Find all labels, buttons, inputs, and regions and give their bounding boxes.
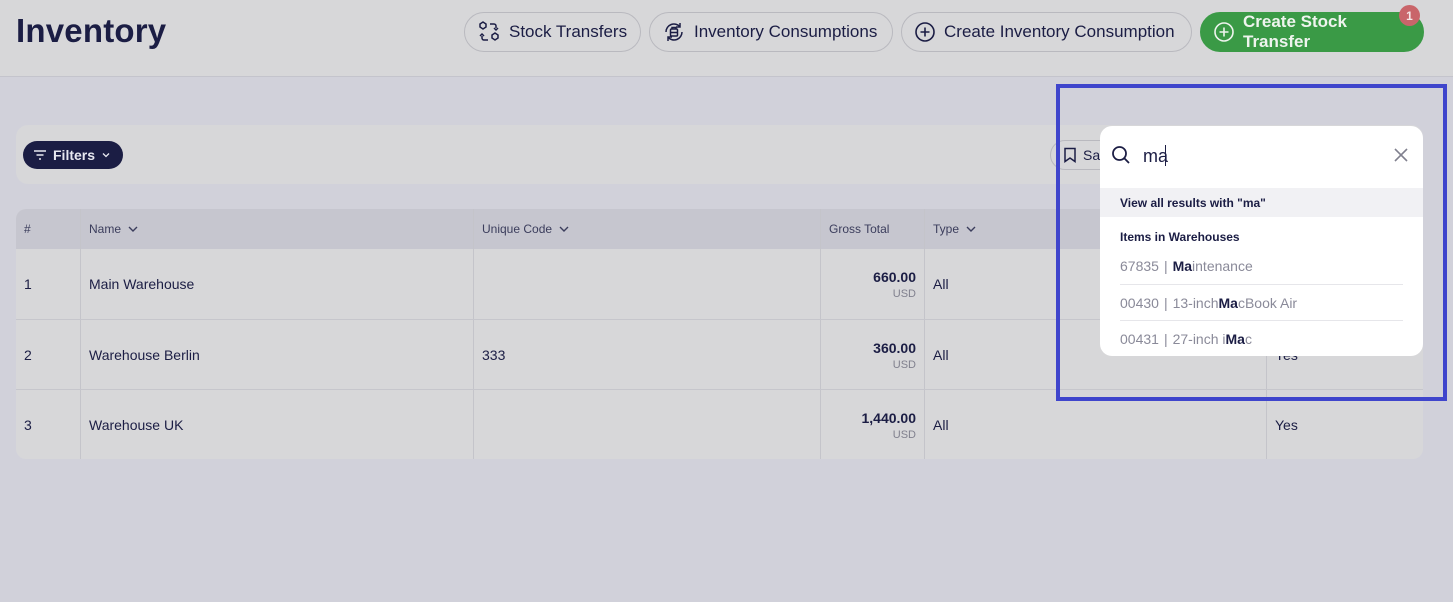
bookmark-icon — [1064, 147, 1076, 163]
chevron-down-icon — [966, 226, 976, 232]
result-text-pre: 27-inch i — [1172, 330, 1226, 347]
result-match: Ma — [1218, 294, 1238, 311]
stock-transfers-label: Stock Transfers — [509, 22, 628, 41]
page-header: Inventory Stock Transfers Inventory Cons… — [0, 0, 1453, 77]
cell-unique-code: 333 — [482, 347, 506, 363]
create-inventory-consumption-button[interactable]: Create Inventory Consumption — [901, 12, 1192, 52]
result-code: 67835 — [1120, 258, 1159, 274]
inventory-consumptions-label: Inventory Consumptions — [694, 22, 878, 41]
column-label: Gross Total — [829, 222, 890, 236]
result-code: 00430 — [1120, 294, 1159, 311]
separator: | — [1163, 330, 1168, 347]
cell-index: 3 — [24, 417, 32, 433]
amount: 660.00 — [873, 268, 916, 285]
chevron-down-icon — [128, 226, 138, 232]
filters-label: Filters — [53, 147, 96, 163]
separator: | — [1163, 294, 1168, 311]
currency: USD — [892, 287, 916, 300]
column-header-gross-total: Gross Total — [821, 209, 924, 249]
cell-gross-total: 1,440.00 USD — [821, 390, 924, 459]
create-stock-transfer-button[interactable]: Create Stock Transfer 1 — [1200, 5, 1424, 52]
search-result-item[interactable]: 67835 | Ma intenance — [1120, 248, 1403, 284]
inventory-consumptions-button[interactable]: Inventory Consumptions — [649, 12, 893, 52]
search-input[interactable] — [1143, 143, 1363, 169]
result-text-post: c — [1244, 330, 1252, 347]
cell-unique-code — [474, 390, 482, 459]
results-group-title: Items in Warehouses — [1120, 230, 1240, 244]
cell-gross-total: 360.00 USD — [821, 320, 924, 390]
column-label: Name — [89, 222, 122, 236]
search-icon — [1112, 146, 1130, 164]
column-label: Type — [933, 222, 960, 236]
result-code: 00431 — [1120, 330, 1159, 347]
result-text-pre: 13-inch — [1172, 294, 1219, 311]
close-icon[interactable] — [1393, 147, 1409, 163]
plus-circle-icon — [915, 22, 935, 42]
notification-badge: 1 — [1399, 5, 1420, 26]
view-all-results-link[interactable]: View all results with "ma" — [1100, 188, 1423, 217]
result-match: Ma — [1225, 330, 1245, 347]
stock-transfers-button[interactable]: Stock Transfers — [464, 12, 641, 52]
chevron-down-icon — [559, 226, 569, 232]
consumption-cycle-icon — [665, 23, 683, 41]
boxes-transfer-icon — [479, 21, 499, 41]
create-stock-transfer-label: Create Stock Transfer — [1243, 12, 1347, 51]
separator: | — [1163, 258, 1168, 274]
search-result-item[interactable]: 00430 | 13-inch Ma cBook Air — [1120, 284, 1403, 320]
amount: 1,440.00 — [861, 409, 917, 426]
cell-type: All — [933, 347, 949, 363]
search-result-item[interactable]: 00431 | 27-inch i Ma c — [1120, 320, 1403, 356]
column-header-name[interactable]: Name — [81, 209, 473, 249]
chevron-down-icon — [102, 153, 110, 158]
cell-unique-code — [474, 249, 482, 319]
table-row[interactable]: 3 Warehouse UK 1,440.00 USD All Yes — [16, 389, 1423, 459]
search-row — [1100, 126, 1423, 188]
cell-name: Warehouse Berlin — [89, 347, 200, 363]
result-text-post: intenance — [1192, 258, 1253, 274]
cell-name: Main Warehouse — [89, 276, 195, 292]
cell-type: All — [933, 417, 949, 433]
cell-last: Yes — [1275, 417, 1298, 433]
column-label: # — [24, 222, 31, 236]
page-title: Inventory — [16, 12, 167, 49]
column-header-unique-code[interactable]: Unique Code — [474, 209, 820, 249]
column-header-index: # — [16, 209, 80, 249]
result-match: Ma — [1172, 258, 1193, 274]
cell-index: 1 — [24, 276, 32, 292]
cell-name: Warehouse UK — [89, 417, 184, 433]
plus-circle-icon — [1214, 22, 1234, 42]
filters-button[interactable]: Filters — [23, 141, 124, 169]
result-text-post: cBook Air — [1237, 294, 1298, 311]
create-inventory-consumption-label: Create Inventory Consumption — [944, 22, 1175, 41]
currency: USD — [892, 358, 916, 371]
column-label: Unique Code — [482, 222, 553, 236]
currency: USD — [892, 428, 916, 441]
cell-index: 2 — [24, 347, 32, 363]
amount: 360.00 — [873, 339, 916, 356]
filter-icon — [34, 150, 46, 160]
text-caret — [1165, 145, 1166, 166]
search-popup: View all results with "ma" Items in Ware… — [1100, 126, 1423, 356]
cell-gross-total: 660.00 USD — [821, 249, 924, 319]
cell-type: All — [933, 276, 949, 292]
